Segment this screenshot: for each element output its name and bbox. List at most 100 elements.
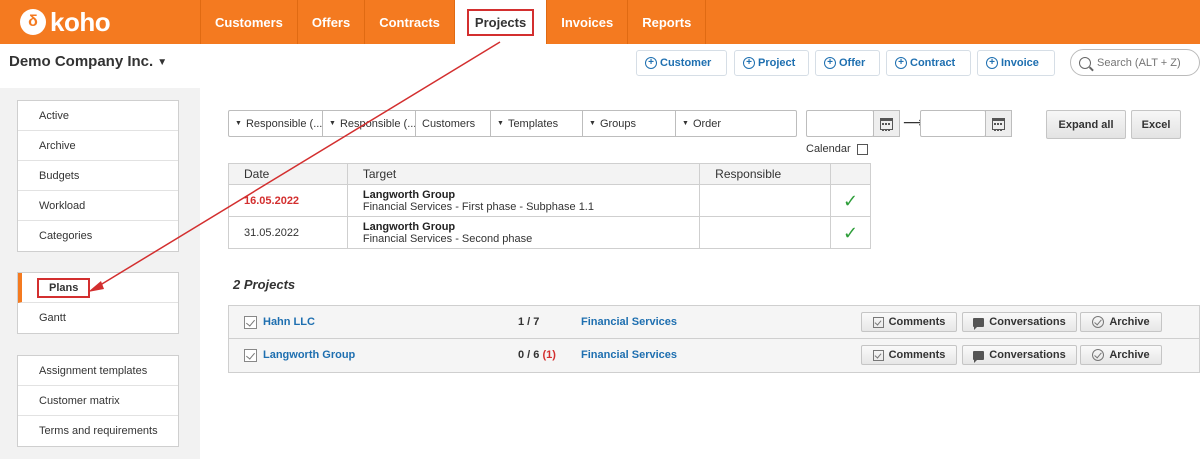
add-project-button[interactable]: + Project [734, 50, 809, 76]
archive-button[interactable]: Archive [1080, 312, 1162, 332]
button-label: Project [758, 57, 796, 69]
add-customer-button[interactable]: + Customer [636, 50, 727, 76]
comment-check-icon [872, 316, 884, 328]
start-date-calendar-button[interactable] [873, 110, 900, 137]
project-progress-count: 0 / 6 (1) [518, 349, 556, 361]
filter-responsible-2[interactable]: ▼ Responsible (... [323, 111, 416, 136]
table-row[interactable]: 16.05.2022 Langworth Group Financial Ser… [228, 184, 871, 217]
sidebar-item-categories[interactable]: Categories [18, 221, 178, 251]
calendar-toggle[interactable]: Calendar [806, 143, 868, 155]
filter-templates[interactable]: ▼ Templates [491, 111, 583, 136]
button-label: Contract [910, 57, 956, 69]
sidebar-item-workload[interactable]: Workload [18, 191, 178, 221]
sidebar-item-label: Gantt [39, 312, 66, 324]
excel-export-button[interactable]: Excel [1131, 110, 1181, 139]
sidebar-item-active[interactable]: Active [18, 101, 178, 131]
conversations-button[interactable]: Conversations [962, 312, 1077, 332]
sidebar-item-terms-and-requirements[interactable]: Terms and requirements [18, 416, 178, 446]
search-input[interactable] [1097, 56, 1197, 69]
plus-circle-icon: + [895, 57, 907, 69]
progress-text: 0 / 6 [518, 349, 543, 361]
comments-button[interactable]: Comments [861, 312, 957, 332]
main-content [200, 99, 1200, 459]
sidebar-item-label: Plans [36, 277, 91, 298]
expand-all-button[interactable]: Expand all [1046, 110, 1126, 139]
sidebar-item-archive[interactable]: Archive [18, 131, 178, 161]
plus-circle-icon: + [824, 57, 836, 69]
plan-target-name: Langworth Group [362, 188, 456, 201]
button-label: Customer [660, 57, 712, 69]
list-item: Langworth Group 0 / 6 (1) Financial Serv… [229, 339, 1199, 372]
sidebar-item-label: Categories [39, 230, 93, 242]
table-row[interactable]: 31.05.2022 Langworth Group Financial Ser… [228, 216, 871, 249]
sidebar-item-gantt[interactable]: Gantt [18, 303, 178, 333]
project-category-link[interactable]: Financial Services [581, 349, 677, 361]
button-label: Comments [888, 316, 946, 328]
filter-groups[interactable]: ▼ Groups [583, 111, 676, 136]
top-navigation-bar: δ koho Customers Offers Contracts Projec… [0, 0, 1200, 44]
plan-target-detail: Financial Services - Second phase [362, 232, 533, 245]
end-date-calendar-button[interactable] [985, 110, 1012, 137]
sidebar-item-budgets[interactable]: Budgets [18, 161, 178, 191]
add-offer-button[interactable]: + Offer [815, 50, 880, 76]
archive-check-icon [1092, 349, 1105, 361]
filter-label: Templates [507, 117, 559, 130]
filter-label: Responsible (... [339, 117, 416, 130]
koho-logo[interactable]: δ koho [20, 7, 111, 37]
archive-button[interactable]: Archive [1080, 345, 1162, 365]
button-label: Offer [839, 57, 866, 69]
project-progress-count: 1 / 7 [518, 316, 539, 328]
projects-count-heading: 2 Projects [233, 277, 296, 292]
add-invoice-button[interactable]: + Invoice [977, 50, 1055, 76]
check-icon[interactable]: ✓ [830, 184, 871, 217]
speech-bubble-icon [973, 317, 985, 330]
sidebar-item-assignment-templates[interactable]: Assignment templates [18, 356, 178, 386]
comments-button[interactable]: Comments [861, 345, 957, 365]
calendar-checkbox[interactable] [856, 143, 868, 155]
company-selector[interactable]: Demo Company Inc. ▼ [9, 53, 167, 70]
nav-invoices[interactable]: Invoices [546, 0, 627, 44]
column-header-target[interactable]: Target [347, 163, 701, 185]
nav-reports[interactable]: Reports [627, 0, 707, 44]
sidebar-group-settings: Assignment templates Customer matrix Ter… [17, 355, 179, 447]
nav-label: Invoices [561, 14, 614, 30]
plan-date: 31.05.2022 [228, 216, 348, 249]
calendar-toggle-label: Calendar [806, 143, 851, 155]
add-contract-button[interactable]: + Contract [886, 50, 971, 76]
nav-offers[interactable]: Offers [296, 0, 364, 44]
plan-responsible [699, 184, 832, 217]
column-header-date[interactable]: Date [228, 163, 348, 185]
start-date-input[interactable] [806, 110, 874, 137]
overdue-count: (1) [542, 349, 556, 361]
sidebar-item-plans[interactable]: Plans [18, 273, 178, 303]
task-check-icon [244, 316, 257, 329]
plan-target-name: Langworth Group [362, 220, 456, 233]
list-item: Hahn LLC 1 / 7 Financial Services Commen… [229, 306, 1199, 339]
filter-responsible-1[interactable]: ▼ Responsible (... [229, 111, 323, 136]
button-label: Conversations [989, 349, 1066, 361]
column-header-responsible[interactable]: Responsible [699, 163, 832, 185]
filter-customers[interactable]: Customers [416, 111, 491, 136]
filter-order[interactable]: ▼ Order [676, 111, 796, 136]
check-icon[interactable]: ✓ [830, 216, 871, 249]
plan-date: 16.05.2022 [228, 184, 348, 217]
sidebar-item-label: Workload [39, 199, 86, 212]
nav-contracts[interactable]: Contracts [364, 0, 454, 44]
main-nav: Customers Offers Contracts Projects Invo… [200, 0, 707, 44]
end-date-input[interactable] [920, 110, 986, 137]
sidebar-item-label: Active [39, 109, 69, 122]
project-name-link[interactable]: Langworth Group [263, 349, 355, 361]
project-name-link[interactable]: Hahn LLC [263, 316, 315, 328]
plan-target: Langworth Group Financial Services - Fir… [347, 184, 701, 217]
dropdown-arrow-icon: ▼ [497, 120, 504, 127]
project-list: Hahn LLC 1 / 7 Financial Services Commen… [228, 305, 1200, 373]
nav-projects[interactable]: Projects [453, 0, 547, 44]
nav-customers[interactable]: Customers [200, 0, 297, 44]
sidebar-item-customer-matrix[interactable]: Customer matrix [18, 386, 178, 416]
calendar-icon [992, 117, 1005, 131]
project-category-link[interactable]: Financial Services [581, 316, 677, 328]
conversations-button[interactable]: Conversations [962, 345, 1077, 365]
filter-label: Order [692, 117, 722, 130]
button-label: Archive [1109, 349, 1150, 361]
button-label: Archive [1109, 316, 1150, 328]
